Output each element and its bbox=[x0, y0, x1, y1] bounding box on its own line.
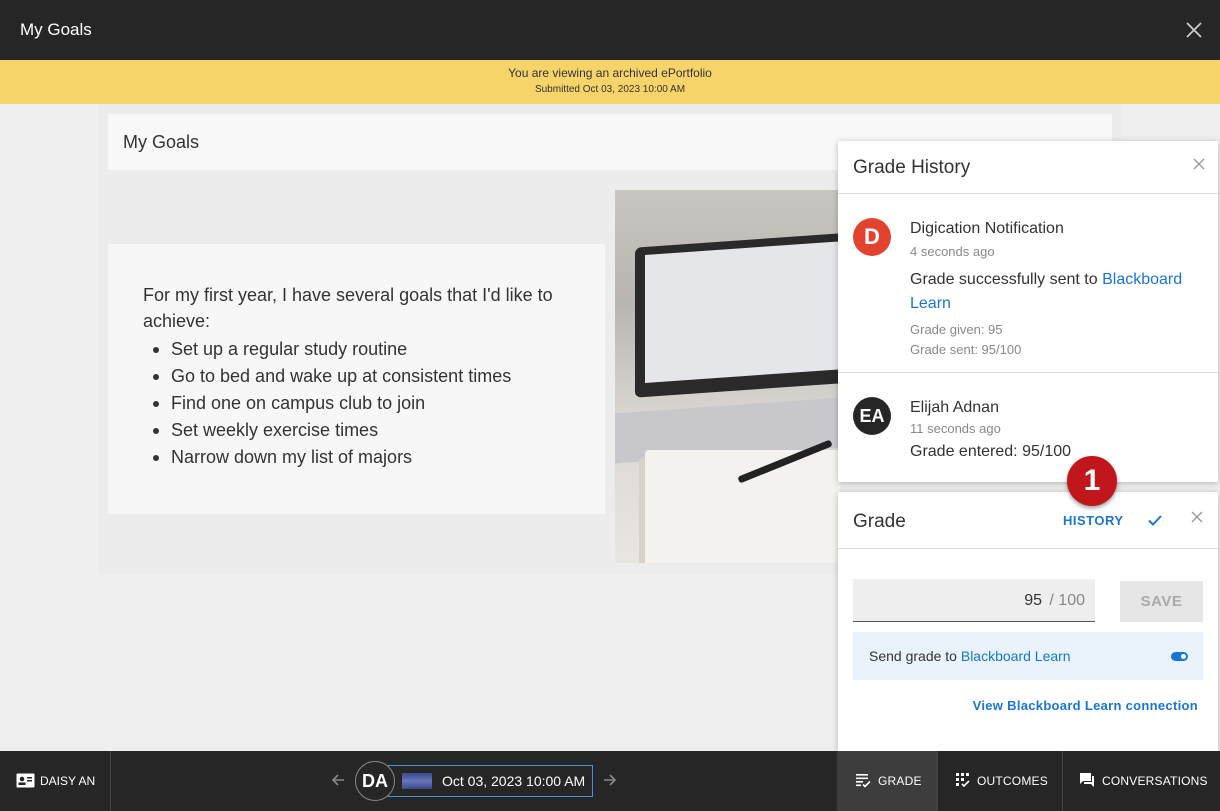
entry-message: Grade entered: 95/100 bbox=[910, 443, 1072, 460]
goal-item: Go to bed and wake up at consistent time… bbox=[152, 363, 511, 390]
arrow-left-icon[interactable] bbox=[330, 772, 346, 788]
window-title: My Goals bbox=[20, 20, 92, 39]
submission-date: Oct 03, 2023 10:00 AM bbox=[442, 773, 586, 789]
grade-history-panel: Grade History D Digication Notification … bbox=[838, 141, 1218, 482]
close-icon[interactable] bbox=[1190, 510, 1204, 524]
chat-icon bbox=[1080, 773, 1094, 787]
entry-message: Grade successfully sent to Blackboard Le… bbox=[910, 268, 1200, 316]
avatar: EA bbox=[853, 397, 891, 435]
history-entry: D Digication Notification 4 seconds ago … bbox=[838, 194, 1218, 373]
goal-item: Find one on campus club to join bbox=[152, 390, 511, 417]
goal-item: Set weekly exercise times bbox=[152, 417, 511, 444]
avatar: D bbox=[853, 218, 891, 256]
laptop-screen bbox=[635, 232, 840, 398]
bottom-bar: DAISY AN Oct 03, 2023 10:00 AM DA GRADE … bbox=[0, 751, 1220, 811]
grade-input[interactable]: 95 / 100 bbox=[853, 579, 1095, 622]
grade-panel-title: Grade bbox=[853, 511, 906, 532]
grade-score: 95 bbox=[1024, 592, 1042, 609]
view-connection-link[interactable]: View Blackboard Learn connection bbox=[973, 698, 1198, 713]
entry-author: Elijah Adnan bbox=[910, 399, 999, 416]
send-grade-row: Send grade to Blackboard Learn bbox=[853, 632, 1203, 680]
close-icon[interactable] bbox=[1192, 157, 1206, 171]
banner-message: You are viewing an archived ePortfolio bbox=[508, 66, 712, 80]
outcomes-icon bbox=[956, 773, 970, 788]
submission-selector[interactable]: Oct 03, 2023 10:00 AM bbox=[388, 765, 593, 797]
grade-given: Grade given: 95 bbox=[910, 322, 1003, 337]
grade-history-header: Grade History bbox=[838, 141, 1218, 194]
notebook bbox=[645, 450, 840, 563]
goal-item: Set up a regular study routine bbox=[152, 336, 511, 363]
student-selector[interactable]: DAISY AN bbox=[0, 751, 111, 811]
history-entry: EA Elijah Adnan 11 seconds ago Grade ent… bbox=[838, 373, 1218, 481]
laptop-photo bbox=[615, 190, 840, 563]
send-grade-text: Send grade to bbox=[869, 648, 961, 664]
send-grade-toggle[interactable] bbox=[1171, 652, 1188, 661]
id-card-icon bbox=[16, 773, 35, 788]
arrow-right-icon[interactable] bbox=[602, 772, 618, 788]
history-button[interactable]: HISTORY bbox=[1063, 513, 1124, 528]
tab-grade[interactable]: GRADE bbox=[837, 751, 937, 811]
blackboard-learn-link[interactable]: Blackboard Learn bbox=[961, 648, 1071, 664]
archive-banner: You are viewing an archived ePortfolio S… bbox=[0, 60, 1220, 104]
goal-item: Narrow down my list of majors bbox=[152, 444, 511, 471]
grade-panel-header: Grade HISTORY bbox=[838, 492, 1218, 549]
grade-icon bbox=[856, 774, 871, 788]
entry-author: Digication Notification bbox=[910, 220, 1064, 237]
submission-thumbnail bbox=[402, 773, 432, 789]
banner-submitted: Submitted Oct 03, 2023 10:00 AM bbox=[534, 84, 686, 95]
tab-grade-label: GRADE bbox=[878, 774, 922, 788]
goals-text-card: For my first year, I have several goals … bbox=[108, 244, 605, 514]
grade-history-title: Grade History bbox=[853, 157, 971, 178]
send-grade-label: Send grade to Blackboard Learn bbox=[869, 648, 1071, 664]
top-bar: My Goals bbox=[0, 0, 1220, 60]
close-icon[interactable] bbox=[1184, 18, 1204, 42]
grade-sent: Grade sent: 95/100 bbox=[910, 342, 1022, 357]
entry-time: 4 seconds ago bbox=[910, 244, 995, 259]
goals-list: Set up a regular study routine Go to bed… bbox=[152, 336, 511, 471]
check-icon[interactable] bbox=[1147, 512, 1163, 528]
goals-intro: For my first year, I have several goals … bbox=[143, 285, 553, 331]
save-button[interactable]: SAVE bbox=[1120, 581, 1203, 622]
step-badge: 1 bbox=[1067, 456, 1117, 506]
entry-message-text: Grade successfully sent to bbox=[910, 271, 1103, 288]
entry-time: 11 seconds ago bbox=[910, 421, 1001, 436]
student-name: DAISY AN bbox=[40, 774, 96, 788]
section-title: My Goals bbox=[123, 132, 200, 152]
tab-outcomes[interactable]: OUTCOMES bbox=[937, 751, 1062, 811]
avatar: DA bbox=[355, 761, 395, 801]
grade-panel: Grade HISTORY 95 / 100 SAVE Send grade t… bbox=[838, 492, 1218, 751]
tab-conversations[interactable]: CONVERSATIONS bbox=[1062, 751, 1220, 811]
tab-outcomes-label: OUTCOMES bbox=[977, 774, 1048, 788]
tab-conversations-label: CONVERSATIONS bbox=[1102, 774, 1208, 788]
grade-max: / 100 bbox=[1049, 592, 1085, 609]
